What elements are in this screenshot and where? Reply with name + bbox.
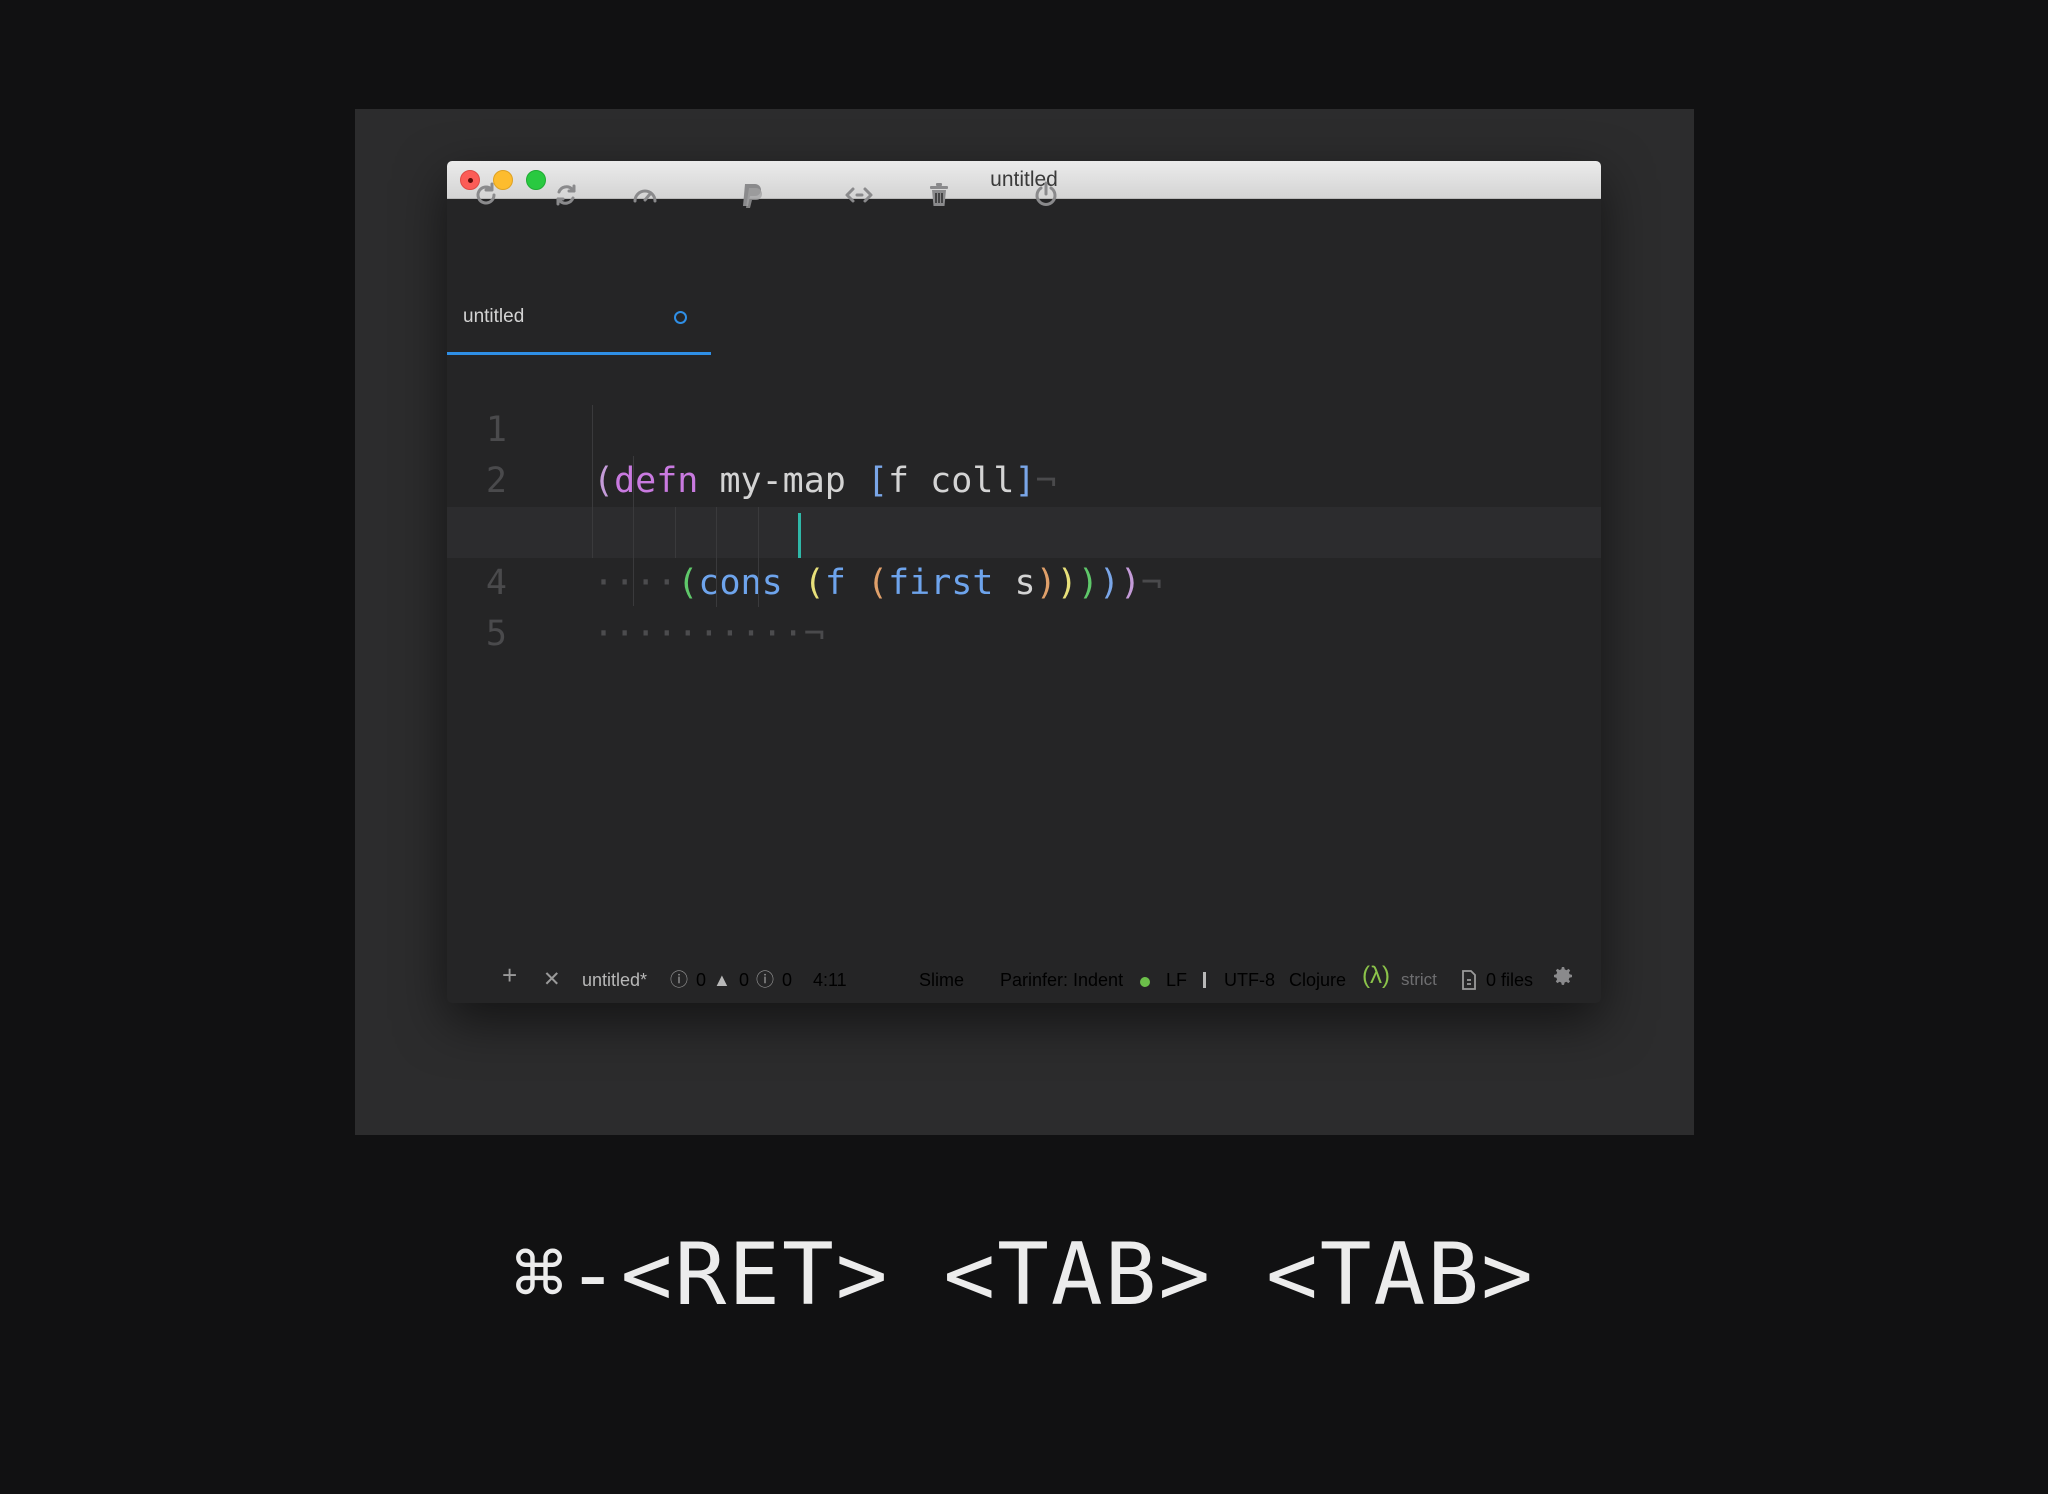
close-tab-button[interactable]: ✕	[543, 968, 561, 992]
keyboard-shortcut-caption: ⌘-<RET> <TAB> <TAB>	[513, 1225, 1535, 1325]
divider	[1203, 972, 1206, 988]
power-icon[interactable]	[1029, 178, 1063, 212]
indent-guide	[758, 507, 759, 607]
files-count[interactable]: 0 files	[1486, 968, 1533, 992]
info-count: 0	[782, 970, 793, 990]
modified-indicator-icon	[674, 311, 687, 324]
sync-icon[interactable]	[549, 178, 583, 212]
files-icon[interactable]	[1460, 969, 1478, 993]
refresh-icon[interactable]	[469, 178, 503, 212]
encoding[interactable]: UTF-8	[1224, 968, 1275, 992]
info-icon[interactable]: ⓘ	[756, 968, 774, 992]
parinfer-mode[interactable]: Parinfer: Indent	[1000, 968, 1123, 992]
status-file-name[interactable]: untitled*	[582, 968, 647, 992]
code-line-4[interactable]: 4 ··········¬	[447, 507, 1601, 654]
code-line-3[interactable]: 3 ····(cons (f (first s)))))¬	[447, 456, 1601, 603]
speedometer-icon[interactable]	[628, 178, 662, 212]
error-icon[interactable]: ⓘ	[670, 968, 688, 992]
cursor-position[interactable]: 4:11	[813, 968, 847, 992]
indent-guide	[633, 456, 634, 606]
indent-guide	[675, 507, 676, 558]
text-cursor	[798, 513, 801, 558]
code-arrows-icon[interactable]	[842, 178, 876, 212]
line-number: 5	[485, 614, 507, 654]
indent-guide	[592, 405, 593, 558]
warning-icon[interactable]: ▲	[713, 968, 731, 992]
code-line-2[interactable]: 2 ··(when-let [s (seq coll)]¬	[447, 405, 1601, 552]
gear-icon[interactable]	[1551, 964, 1575, 988]
add-tab-button[interactable]: +	[502, 962, 517, 988]
parinfer-status-dot	[1140, 977, 1150, 987]
window-title: untitled	[990, 168, 1058, 191]
title-bar: untitled	[447, 161, 1601, 199]
lambda-icon[interactable]: (λ)	[1362, 964, 1390, 988]
code-line-1[interactable]: 1 (defn my-map [f coll]¬	[447, 354, 1601, 501]
warning-count: 0	[739, 970, 750, 990]
code-line-5[interactable]: 5	[447, 558, 1601, 654]
repl-status[interactable]: Slime	[919, 968, 964, 992]
paypal-icon[interactable]	[735, 178, 769, 212]
trash-icon[interactable]	[922, 178, 956, 212]
strict-mode[interactable]: strict	[1401, 968, 1437, 992]
grammar[interactable]: Clojure	[1289, 968, 1346, 992]
indent-guide	[716, 507, 717, 607]
tab-label: untitled	[463, 306, 525, 327]
line-ending[interactable]: LF	[1166, 968, 1187, 992]
error-count: 0	[696, 970, 707, 990]
